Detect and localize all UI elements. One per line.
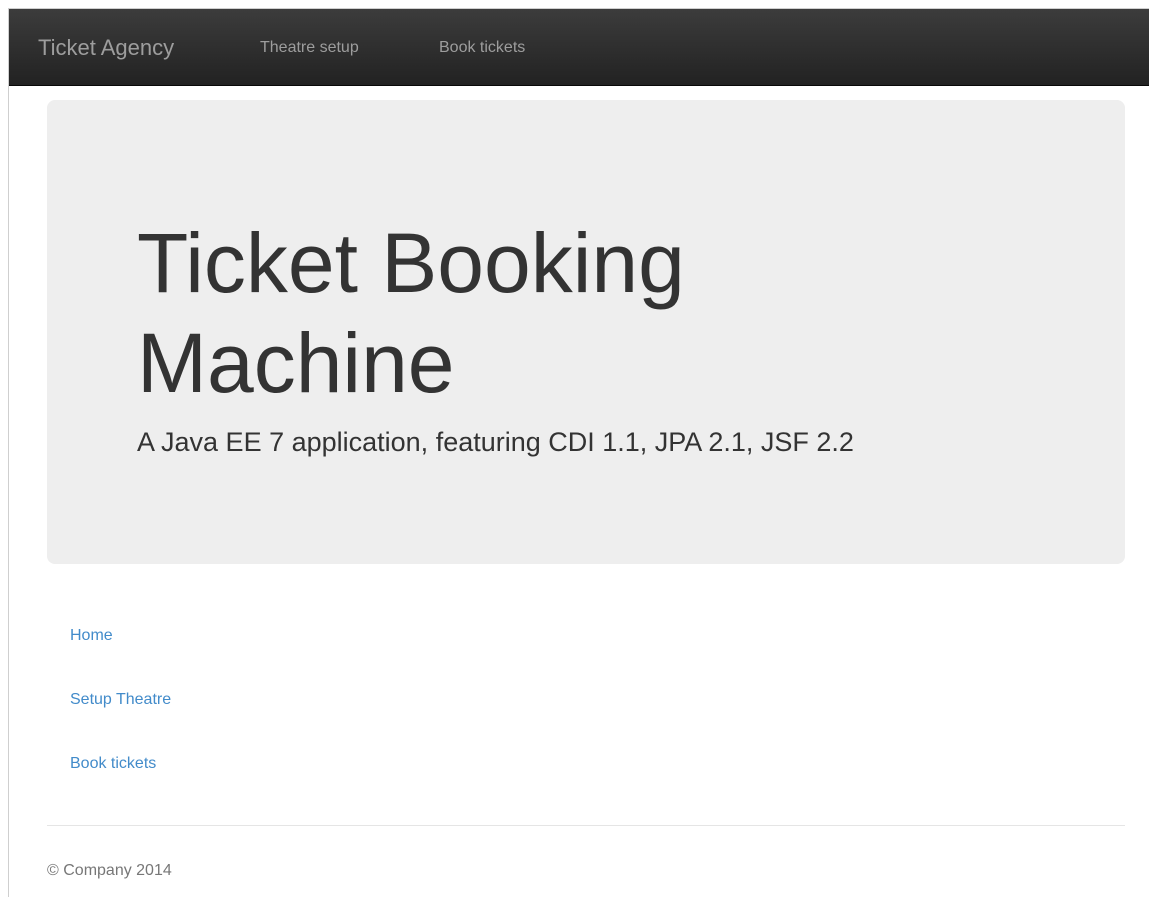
browser-viewport: Ticket Agency Theatre setup Book tickets… xyxy=(8,8,1149,897)
main-links: Home Setup Theatre Book tickets xyxy=(70,627,171,819)
nav-link-book-tickets[interactable]: Book tickets xyxy=(439,39,525,57)
page-subtitle: A Java EE 7 application, featuring CDI 1… xyxy=(137,427,854,457)
navbar-brand[interactable]: Ticket Agency xyxy=(38,35,174,61)
jumbotron: Ticket Booking Machine A Java EE 7 appli… xyxy=(47,100,1125,564)
page-title: Ticket Booking Machine xyxy=(137,216,685,410)
top-navbar: Ticket Agency Theatre setup Book tickets xyxy=(9,9,1149,86)
link-book-tickets[interactable]: Book tickets xyxy=(70,755,171,819)
footer-copyright: © Company 2014 xyxy=(47,862,172,879)
link-home[interactable]: Home xyxy=(70,627,171,691)
link-setup-theatre[interactable]: Setup Theatre xyxy=(70,691,171,755)
nav-link-theatre-setup[interactable]: Theatre setup xyxy=(260,39,359,57)
footer-divider xyxy=(47,825,1125,826)
